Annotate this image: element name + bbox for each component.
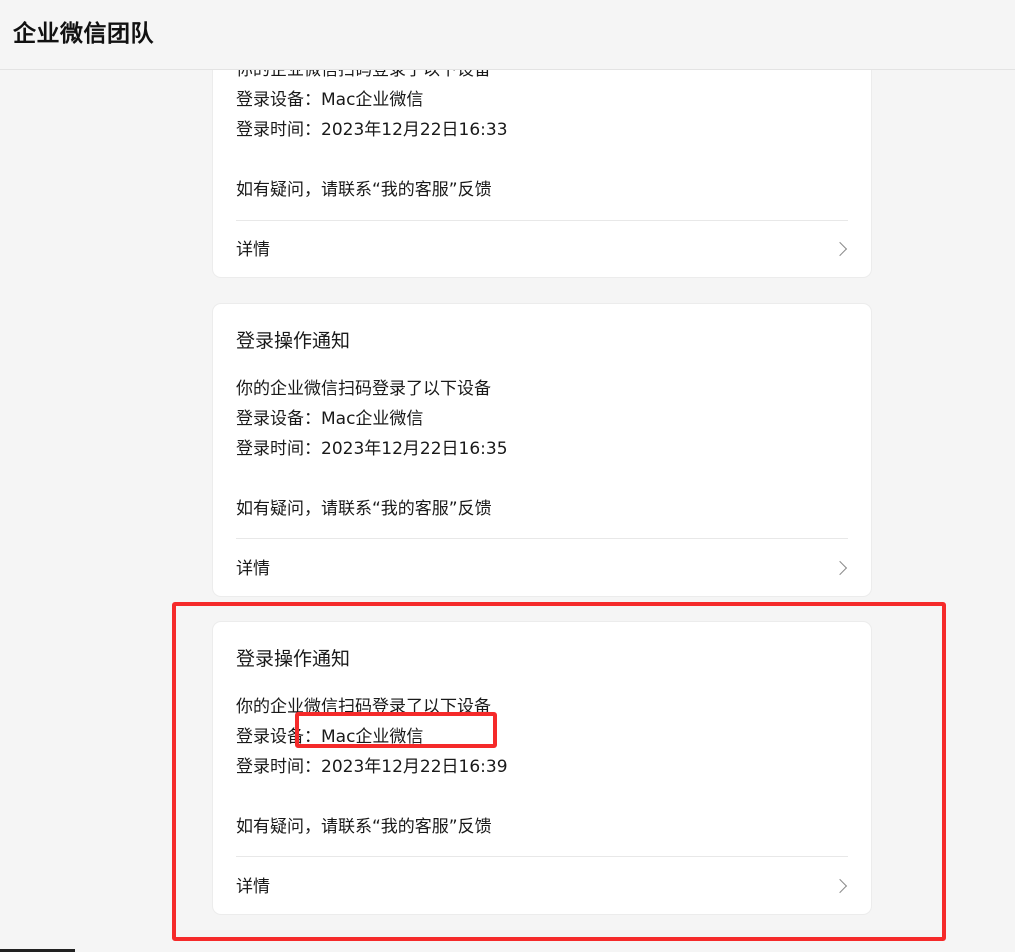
chat-title: 企业微信团队	[13, 21, 154, 47]
card-detail-link[interactable]: 详情	[236, 554, 270, 579]
card-divider	[236, 538, 848, 539]
card-contact: 如有疑问，请联系“我的客服”反馈	[236, 499, 492, 519]
card-title: 登录操作通知	[236, 330, 351, 352]
card-device: 登录设备：Mac企业微信	[236, 409, 424, 429]
chevron-right-icon[interactable]	[832, 241, 848, 257]
card-device: 登录设备：Mac企业微信	[236, 90, 424, 110]
card-divider	[236, 220, 848, 221]
card-detail-link[interactable]: 详情	[236, 235, 270, 260]
card-time: 登录时间：2023年12月22日16:33	[236, 120, 508, 140]
card-time: 登录时间：2023年12月22日16:35	[236, 439, 508, 459]
card-intro: 你的企业微信扫码登录了以下设备	[236, 379, 491, 399]
chat-header: 企业微信团队	[0, 0, 1015, 70]
card-contact: 如有疑问，请联系“我的客服”反馈	[236, 180, 492, 200]
card-intro: 你的企业微信扫码登录了以下设备	[236, 70, 491, 80]
highlight-device-box	[295, 712, 497, 748]
notification-card: 登录操作通知 你的企业微信扫码登录了以下设备 登录设备：Mac企业微信 登录时间…	[213, 304, 871, 596]
notification-card: 你的企业微信扫码登录了以下设备 登录设备：Mac企业微信 登录时间：2023年1…	[213, 70, 871, 277]
highlight-outer-box	[172, 602, 946, 941]
chevron-right-icon[interactable]	[832, 560, 848, 576]
